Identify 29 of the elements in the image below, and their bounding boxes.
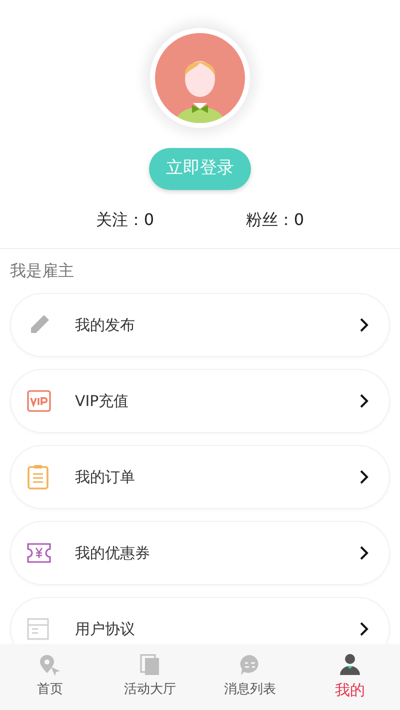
- clipboard-icon: [27, 464, 49, 490]
- menu-item[interactable]: VIP充值: [10, 369, 390, 433]
- chat-bubble-icon: [239, 654, 261, 676]
- chevron-right-icon: [359, 469, 369, 485]
- stat-label: 粉丝：0: [246, 209, 304, 231]
- vip-icon: [27, 390, 51, 412]
- books-icon: [140, 654, 160, 676]
- menu-item[interactable]: 我的发布: [10, 293, 390, 357]
- document-icon: [27, 618, 49, 640]
- tab[interactable]: 消息列表: [200, 644, 300, 710]
- menu-label: 我的订单: [75, 466, 136, 488]
- chevron-right-icon: [359, 545, 369, 561]
- tab[interactable]: 活动大厅: [100, 644, 200, 710]
- chevron-right-icon: [359, 317, 369, 333]
- location-pin-icon: [39, 654, 61, 676]
- tab[interactable]: 首页: [0, 644, 100, 710]
- menu-label: 我的优惠券: [75, 542, 151, 564]
- user-icon: [339, 652, 361, 675]
- section-title: 我是雇主: [10, 260, 75, 282]
- menu-label: VIP充值: [75, 390, 130, 412]
- stat-label: 关注：0: [96, 209, 154, 231]
- menu-label: 我的发布: [75, 314, 136, 336]
- tab[interactable]: 我的: [300, 644, 400, 710]
- menu-item[interactable]: 我的订单: [10, 445, 390, 509]
- chevron-right-icon: [359, 393, 369, 409]
- menu-item[interactable]: 我的优惠券: [10, 521, 390, 585]
- ticket-icon: [27, 543, 51, 563]
- chevron-right-icon: [359, 621, 369, 637]
- menu-label: 用户协议: [75, 618, 136, 640]
